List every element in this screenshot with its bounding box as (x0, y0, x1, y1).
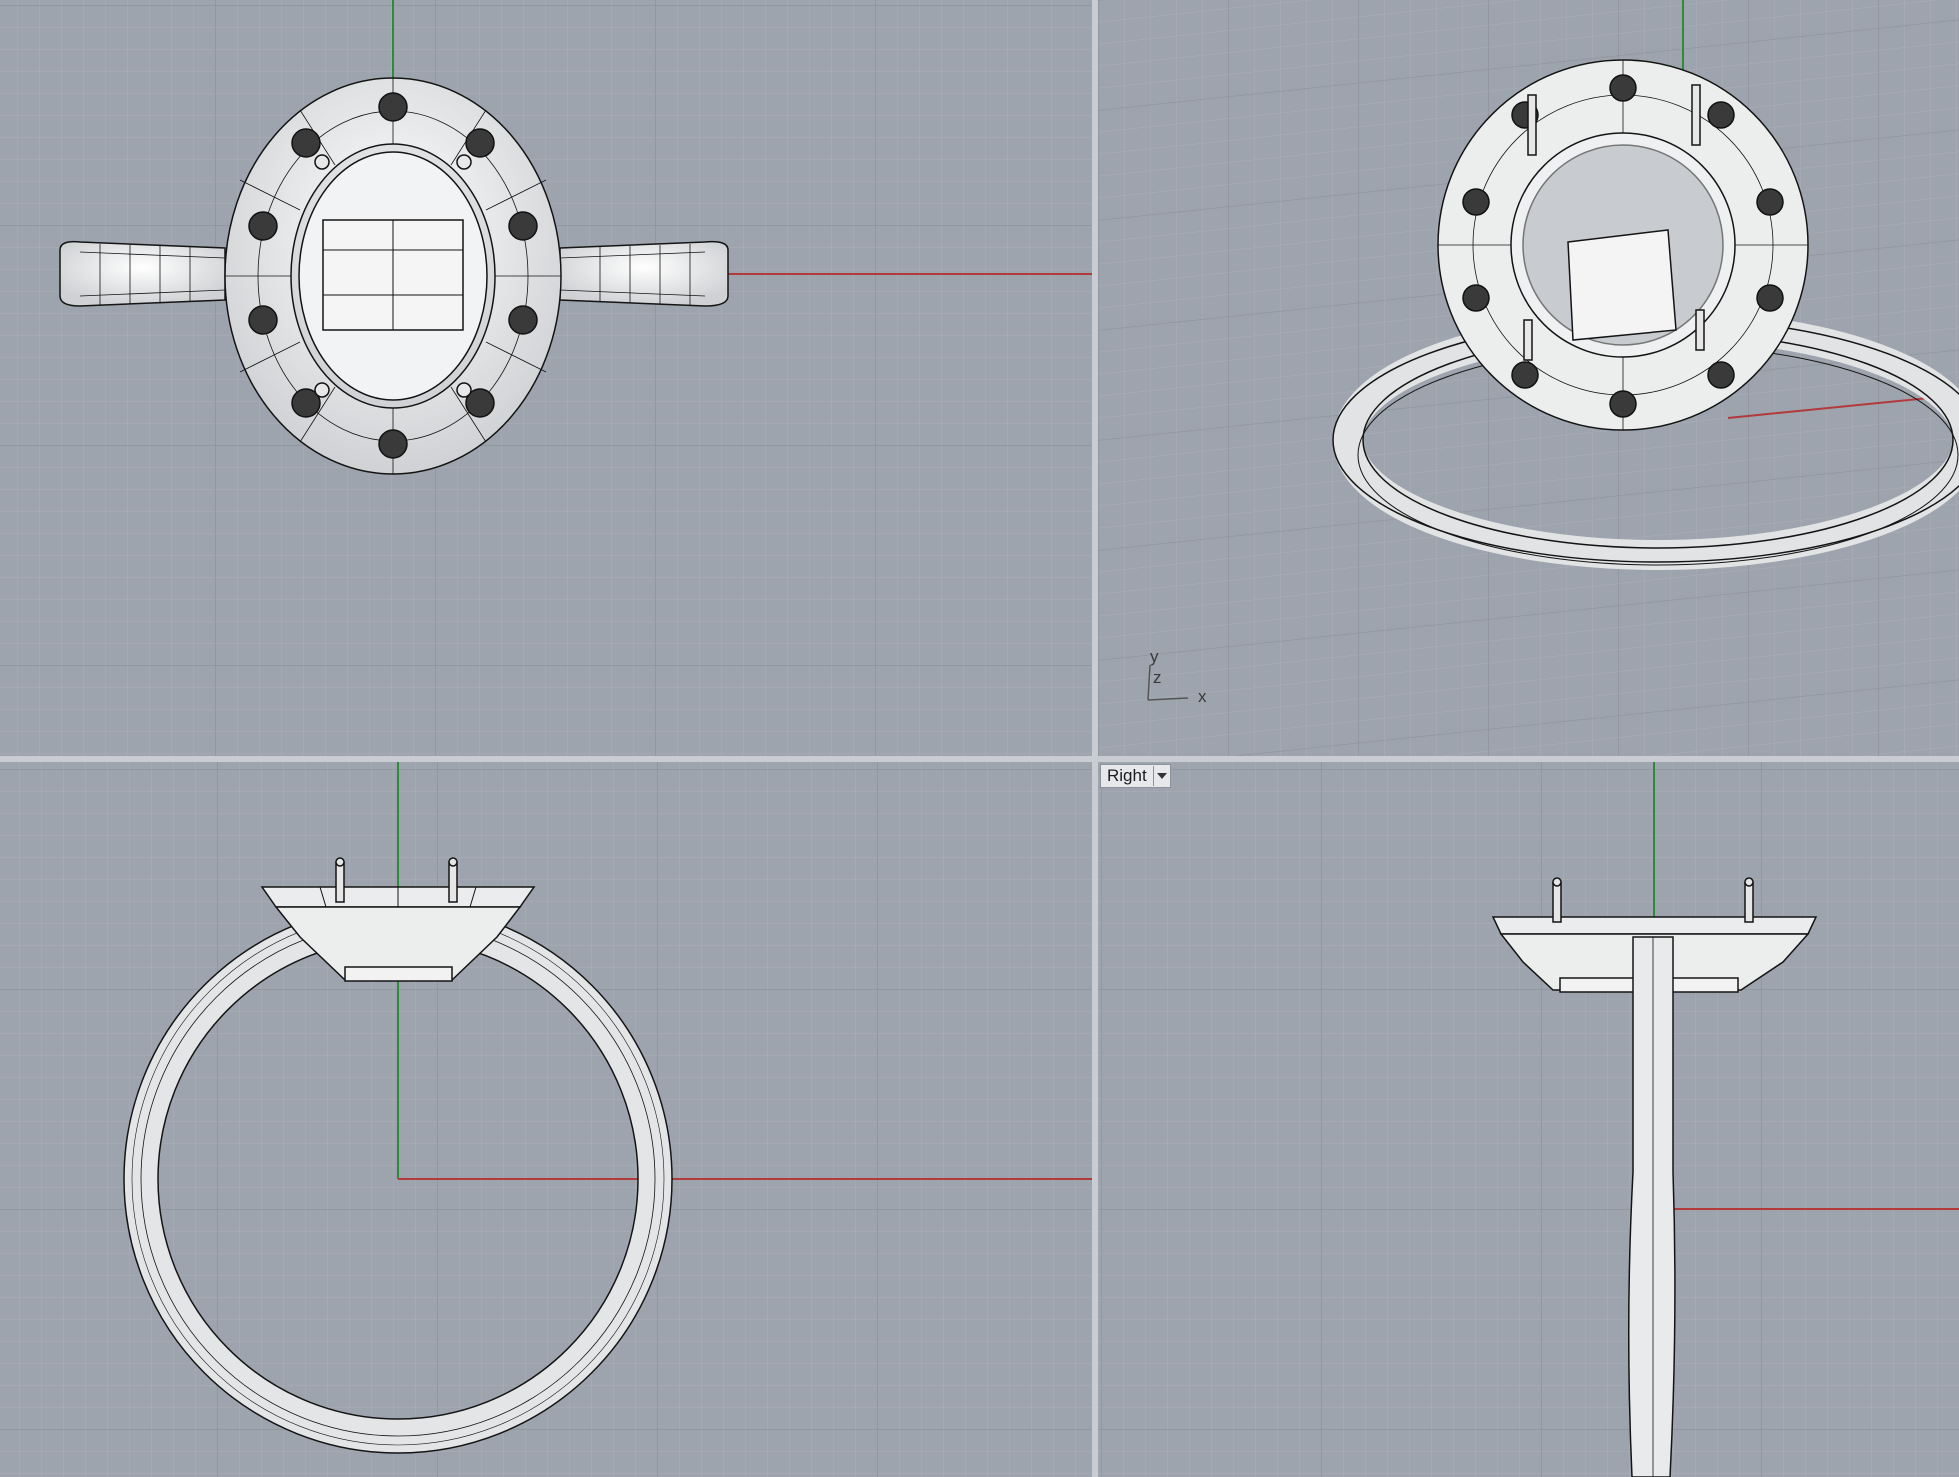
axis-icon-x-label: x (1198, 687, 1207, 706)
top-viewport-canvas[interactable] (0, 0, 1092, 756)
viewport-menu-dropdown-icon[interactable] (1152, 766, 1170, 786)
front-viewport[interactable] (0, 762, 1092, 1477)
axis-icon-y-label: y (1150, 647, 1159, 666)
viewport-title-label[interactable]: Right (1107, 766, 1153, 786)
right-viewport[interactable]: Right (1098, 762, 1959, 1477)
right-viewport-canvas[interactable] (1098, 762, 1959, 1477)
viewport-title-tab[interactable]: Right (1100, 764, 1171, 788)
top-viewport[interactable] (0, 0, 1092, 756)
four-viewport-layout: y z x Right (0, 0, 1959, 1477)
perspective-viewport-canvas[interactable]: y z x (1098, 0, 1959, 756)
perspective-viewport[interactable]: y z x (1098, 0, 1959, 756)
front-viewport-canvas[interactable] (0, 762, 1092, 1477)
axis-icon-z-label: z (1153, 668, 1162, 687)
